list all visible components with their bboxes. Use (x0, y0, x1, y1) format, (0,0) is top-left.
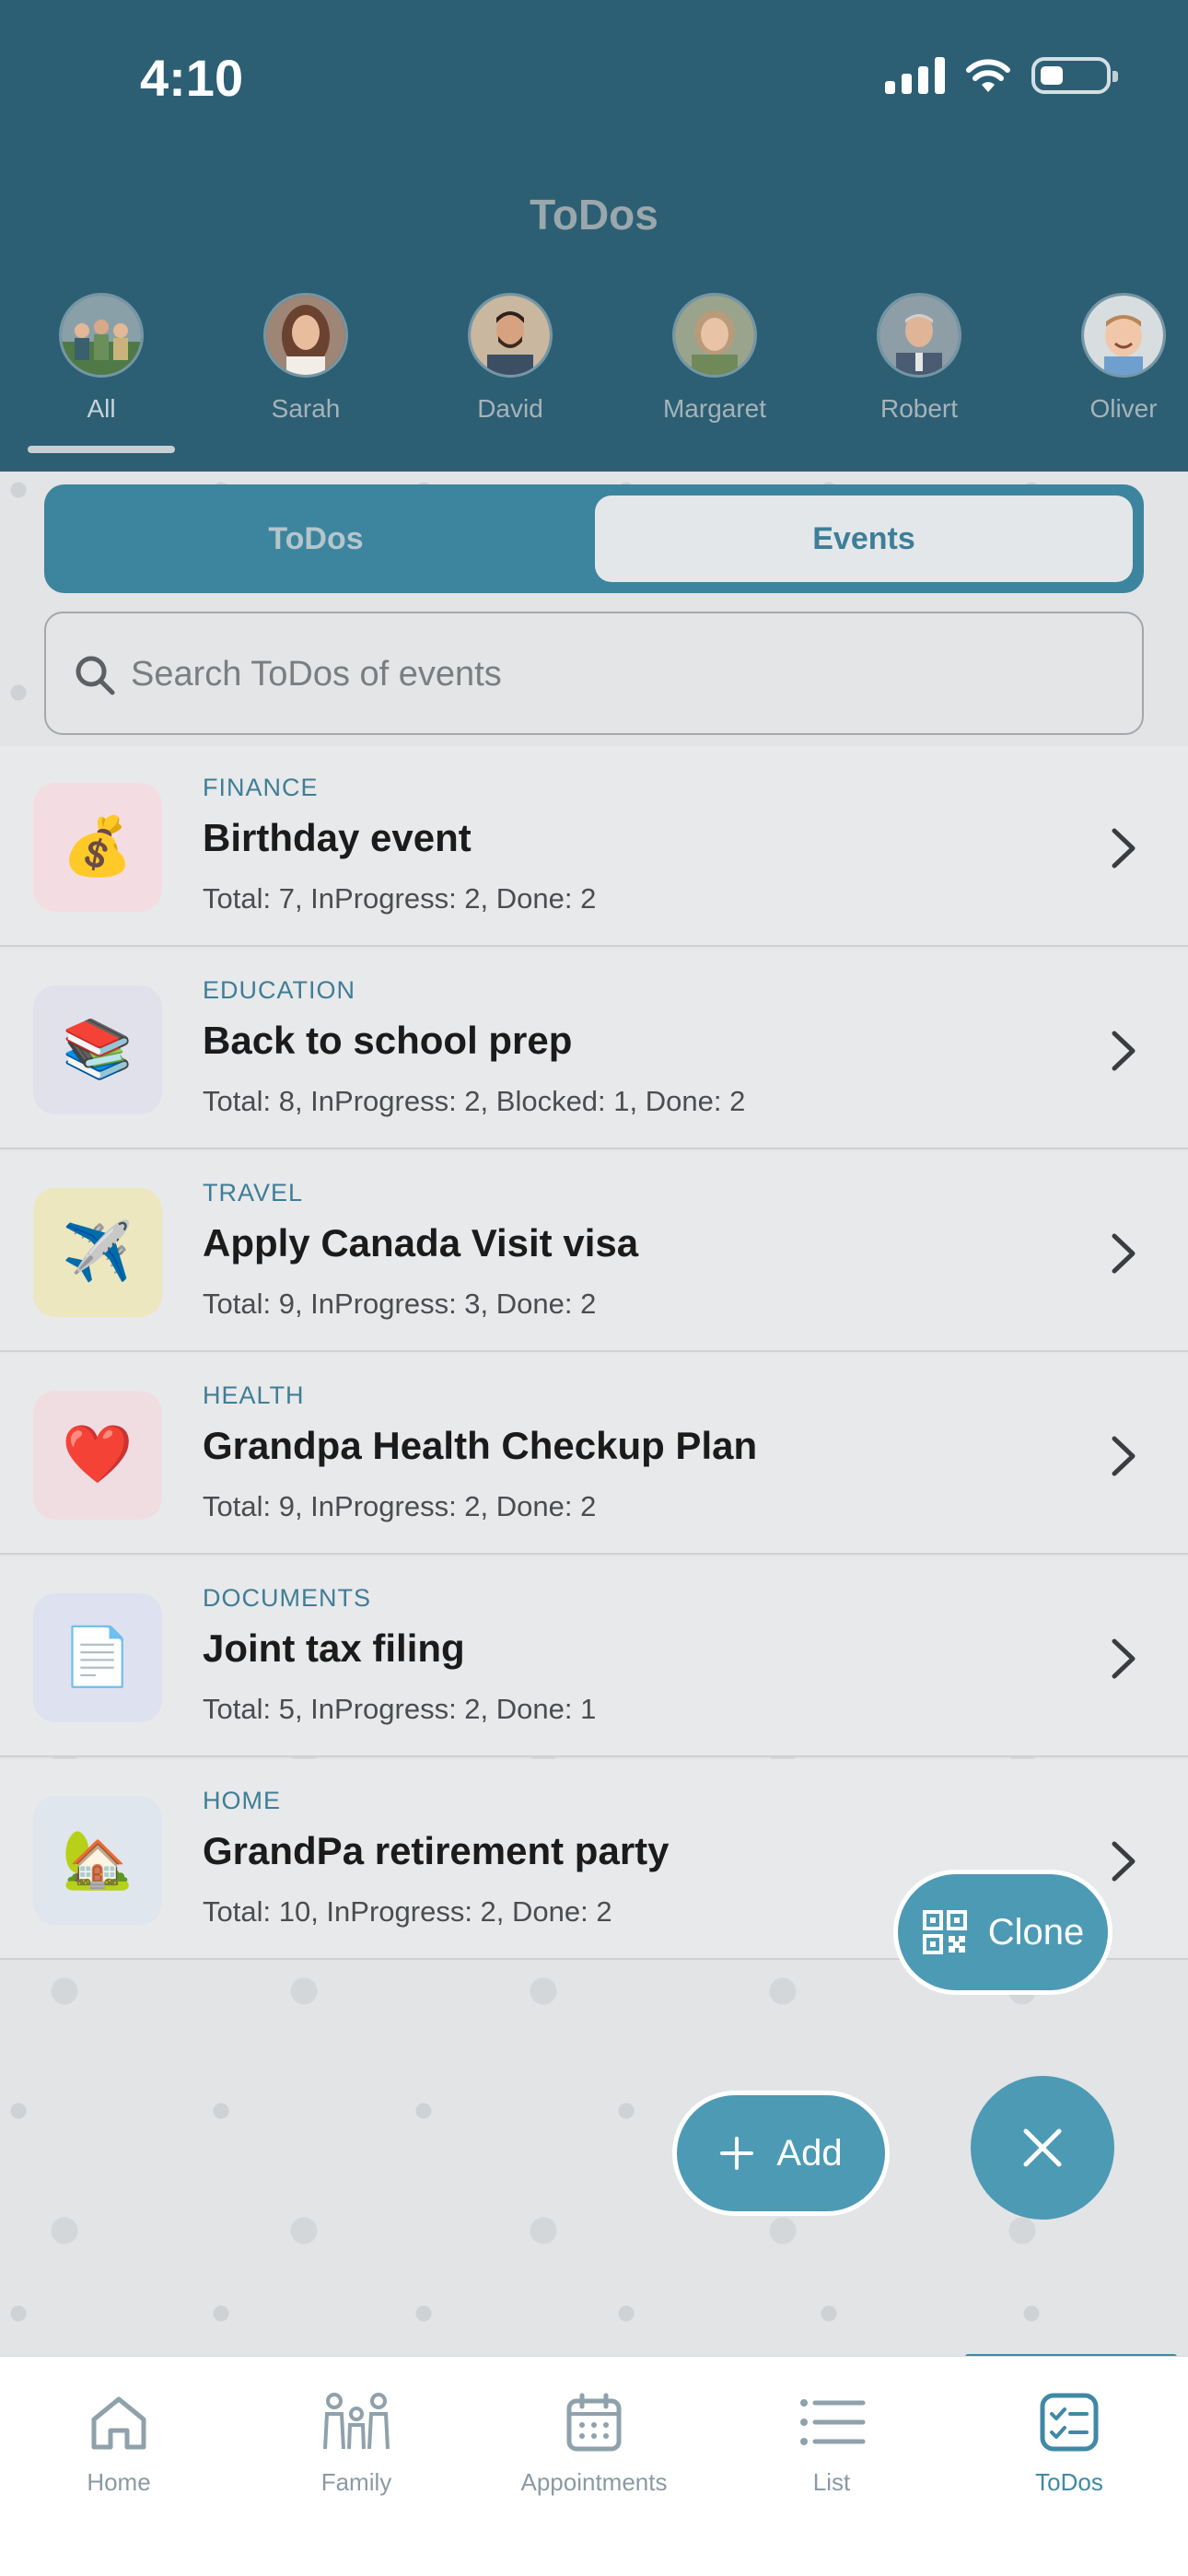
event-title: GrandPa retirement party (203, 1829, 670, 1872)
member-sarah[interactable]: Sarah (214, 293, 398, 424)
member-label: Sarah (271, 394, 341, 423)
list-item[interactable]: 💰 FINANCE Birthday event Total: 7, InPro… (0, 746, 1188, 947)
close-icon (1023, 2128, 1062, 2167)
list-item[interactable]: 📚 EDUCATION Back to school prep Total: 8… (0, 949, 1188, 1149)
selected-member-indicator (28, 446, 175, 453)
event-category: DOCUMENTS (203, 1584, 371, 1612)
add-label: Add (776, 2132, 843, 2174)
member-all[interactable]: All (9, 293, 193, 424)
tab-label: ToDos (1035, 2468, 1103, 2496)
clone-button[interactable]: Clone (893, 1870, 1112, 1995)
close-fab-button[interactable] (971, 2076, 1114, 2220)
list-item[interactable]: ✈️ TRAVEL Apply Canada Visit visa Total:… (0, 1151, 1188, 1352)
search-input[interactable] (129, 613, 1127, 735)
books-icon: 📚 (33, 985, 162, 1114)
app-header: 4:10 ToDos All Sarah David Margaret Robe… (0, 0, 1188, 472)
avatar (59, 293, 144, 378)
chevron-right-icon (1112, 1841, 1136, 1882)
page-title: ToDos (530, 191, 658, 239)
member-label: Oliver (1089, 394, 1158, 423)
tab-label: Family (320, 2468, 392, 2496)
tab-todos-nav[interactable]: ToDos (950, 2357, 1188, 2541)
member-filter: All Sarah David Margaret Robert Oliver (0, 293, 1188, 424)
chevron-right-icon (1112, 828, 1136, 868)
bottom-tab-bar: Home Family Appointments List ToDos (0, 2356, 1188, 2576)
qr-code-icon (922, 1910, 967, 1954)
member-robert[interactable]: Robert (827, 293, 1011, 424)
tab-family[interactable]: Family (238, 2357, 475, 2541)
event-stats: Total: 10, InProgress: 2, Done: 2 (203, 1895, 612, 1928)
chevron-right-icon (1112, 1233, 1136, 1274)
tab-label: Home (87, 2468, 151, 2496)
event-stats: Total: 9, InProgress: 2, Done: 2 (203, 1490, 597, 1522)
event-category: TRAVEL (203, 1179, 304, 1206)
clone-label: Clone (987, 1911, 1085, 1952)
event-category: HOME (203, 1787, 281, 1814)
event-category: FINANCE (203, 774, 319, 801)
event-title: Grandpa Health Checkup Plan (203, 1424, 758, 1467)
chevron-right-icon (1112, 1638, 1136, 1679)
todos-icon (1040, 2393, 1099, 2452)
member-david[interactable]: David (418, 293, 602, 424)
avatar (468, 293, 553, 378)
status-time: 4:10 (140, 49, 244, 107)
tab-label: List (812, 2468, 851, 2496)
member-oliver[interactable]: Oliver (1031, 293, 1188, 424)
event-stats: Total: 9, InProgress: 3, Done: 2 (203, 1288, 597, 1320)
list-icon (800, 2399, 866, 2445)
family-icon (323, 2393, 390, 2450)
chevron-right-icon (1112, 1031, 1136, 1071)
event-title: Birthday event (203, 816, 472, 859)
event-stats: Total: 7, InProgress: 2, Done: 2 (203, 882, 597, 915)
event-stats: Total: 8, InProgress: 2, Blocked: 1, Don… (203, 1085, 746, 1117)
tab-label: Appointments (520, 2468, 668, 2496)
heart-icon: ❤️ (33, 1391, 162, 1520)
avatar (1081, 293, 1166, 378)
plus-icon (720, 2137, 754, 2170)
money-bag-icon: 💰 (33, 783, 162, 912)
event-title: Apply Canada Visit visa (203, 1221, 639, 1265)
search-icon (76, 656, 115, 695)
member-label: Margaret (662, 394, 767, 423)
event-title: Back to school prep (203, 1019, 573, 1062)
cellular-signal-icon (885, 57, 945, 94)
home-icon (91, 2396, 146, 2450)
tab-events[interactable]: Events (595, 495, 1133, 582)
add-button[interactable]: Add (672, 2091, 890, 2216)
list-item[interactable]: ❤️ HEALTH Grandpa Health Checkup Plan To… (0, 1354, 1188, 1555)
todos-events-toggle: ToDos Events (44, 484, 1144, 593)
list-item[interactable]: 📄 DOCUMENTS Joint tax filing Total: 5, I… (0, 1556, 1188, 1757)
member-margaret[interactable]: Margaret (623, 293, 807, 424)
event-category: EDUCATION (203, 976, 356, 1004)
event-category: HEALTH (203, 1381, 305, 1409)
avatar (263, 293, 348, 378)
member-label: Robert (879, 394, 959, 423)
event-title: Joint tax filing (203, 1626, 465, 1670)
tab-home[interactable]: Home (0, 2357, 238, 2541)
airplane-icon: ✈️ (33, 1188, 162, 1317)
calendar-icon (566, 2393, 622, 2452)
avatar (877, 293, 961, 378)
house-icon: 🏡 (33, 1796, 162, 1925)
chevron-right-icon (1112, 1436, 1136, 1476)
member-label: All (87, 394, 116, 423)
battery-icon (1031, 57, 1118, 94)
member-label: David (477, 394, 543, 423)
event-stats: Total: 5, InProgress: 2, Done: 1 (203, 1693, 597, 1725)
document-icon: 📄 (33, 1593, 162, 1722)
avatar (672, 293, 757, 378)
tab-todos[interactable]: ToDos (55, 495, 577, 582)
wifi-icon (966, 59, 1010, 92)
tab-list[interactable]: List (713, 2357, 950, 2541)
status-icons (885, 57, 1118, 94)
tab-appointments[interactable]: Appointments (475, 2357, 713, 2541)
search-bar (44, 612, 1144, 735)
